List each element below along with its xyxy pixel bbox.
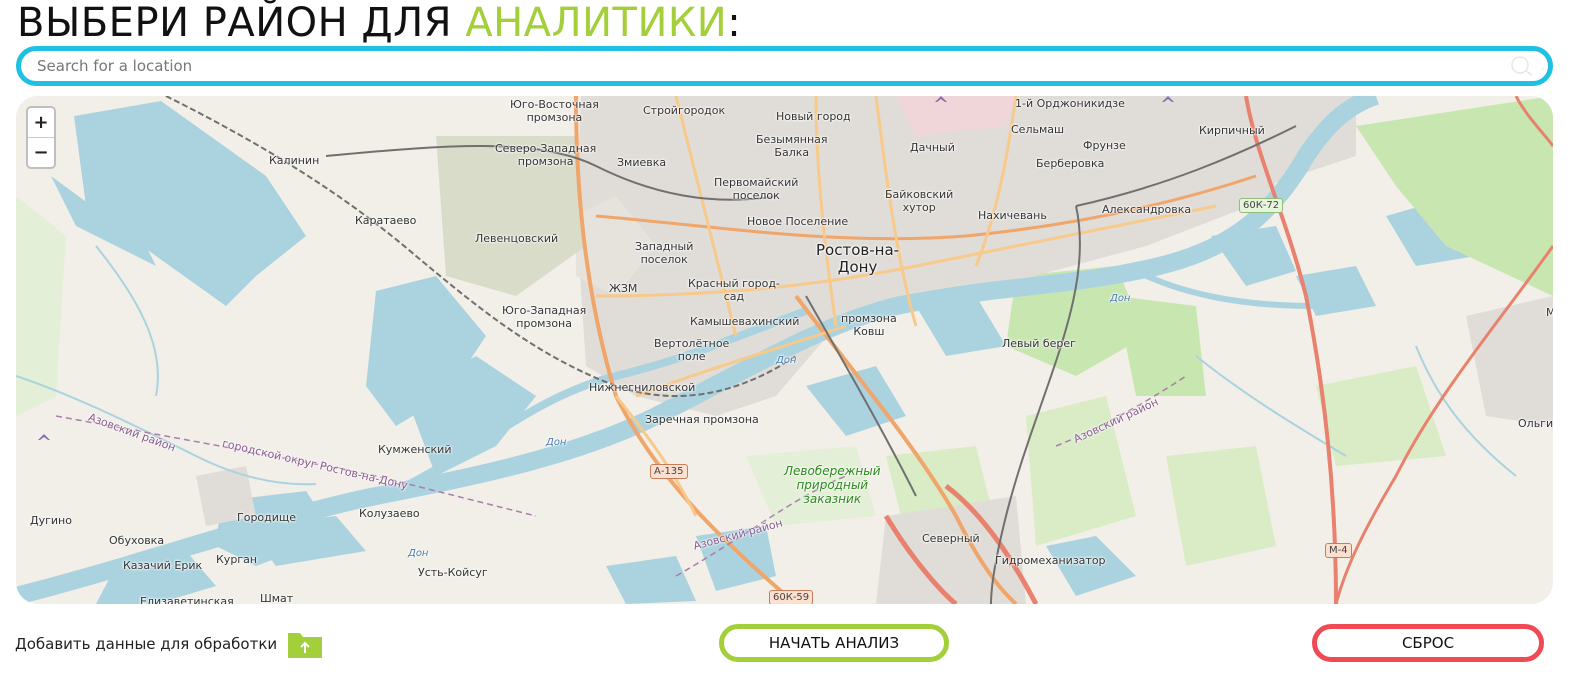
zoom-control: + − [26,106,56,169]
page-title: ВЫБЕРИ РАЙОН ДЛЯ АНАЛИТИКИ: [17,0,741,46]
map-label-aleksandrovka: Александровка [1102,203,1192,216]
map-label-severniy: Северный [922,532,980,545]
reset-button[interactable]: СБРОС [1312,624,1544,662]
map[interactable]: + − Ростов-на- Дону Юго-Восточная промзо… [16,96,1553,604]
map-label-vertoletnoe: Вертолётное поле [654,337,730,363]
map-label-kurgan: Курган [216,553,258,566]
map-label-obukhovka: Обуховка [109,534,165,547]
road-shield-m4: М-4 [1325,543,1352,558]
map-label-m-edge: М [1546,306,1553,319]
map-label-ordzhonikidze: 1-й Орджоникидзе [1015,97,1125,110]
road-shield-60k59: 60К-59 [769,590,814,604]
map-label-pervomaiskiy: Первомайский поселок [714,176,799,202]
map-label-rostov: Ростов-на- Дону [816,241,900,276]
map-label-leventsovskiy: Левенцовский [475,232,559,245]
search-input[interactable] [35,56,1510,76]
map-label-severo-zap: Северо-Западная промзона [495,142,597,168]
map-label-kalinin: Калинин [269,154,320,167]
map-label-zhzm: ЖЗМ [609,282,638,295]
road-shield-60k72: 60К-72 [1239,198,1284,213]
map-label-bezymyannaya: Безымянная Балка [756,133,828,159]
map-label-kamyshevakhinskiy: Камышевахинский [690,315,800,328]
map-label-leviy-bereg: Левый берег [1002,337,1076,350]
map-label-ust-koisug: Усть-Койсуг [418,566,488,579]
map-label-park: Левобережный природный заказник [784,464,881,506]
map-label-kazachiy: Казачий Ерик [123,559,203,572]
map-label-nakhichevan: Нахичевань [978,209,1047,222]
map-label-nizhnegnilovskoy: Нижнегниловской [589,381,696,394]
map-label-novoe-poselenie: Новое Поселение [747,215,849,228]
upload-label: Добавить данные для обработки [15,635,278,653]
map-label-frunze: Фрунзе [1083,139,1126,152]
map-label-noviy-gorod: Новый город [776,110,851,123]
map-label-karataevo: Каратаево [355,214,417,227]
map-label-baikovskiy: Байковский хутор [885,188,954,214]
search-bar[interactable] [16,46,1553,86]
map-label-stroigorodok: Стройгородок [643,104,726,117]
map-label-yugo-vost: Юго-Восточная промзона [510,98,599,124]
map-label-don-4: Дон [408,548,429,559]
map-label-dachniy: Дачный [910,141,955,154]
map-label-kumzhenskiy: Кумженский [378,443,452,456]
map-label-elizavetinskaya: Елизаветинская [140,595,234,604]
search-icon[interactable] [1510,54,1534,78]
map-label-zmievka: Змиевка [617,156,667,169]
map-label-shmat: Шмат [260,592,294,604]
road-shield-a135: А-135 [650,464,688,479]
map-label-zapadniy: Западный поселок [635,240,694,266]
map-label-gidromekh: Гидромеханизатор [995,554,1106,567]
map-label-promzona-kovsh: промзона Ковш [841,312,897,338]
map-label-gorodische: Городище [237,511,297,524]
title-accent: АНАЛИТИКИ [465,0,728,46]
map-label-zarechnaya: Заречная промзона [645,413,759,426]
map-label-berberovka: Берберовка [1036,157,1105,170]
map-tiles [16,96,1553,604]
map-label-selmash: Сельмаш [1011,123,1065,136]
zoom-in-button[interactable]: + [28,108,54,137]
map-label-kirpichniy: Кирпичный [1199,124,1265,137]
start-analysis-button[interactable]: НАЧАТЬ АНАЛИЗ [719,624,949,662]
upload-section: Добавить данные для обработки [15,628,323,660]
map-label-don-1: Дон [546,437,567,448]
title-main: ВЫБЕРИ РАЙОН ДЛЯ [17,0,466,46]
folder-upload-icon[interactable] [287,629,323,659]
map-label-don-2: Дон [776,355,797,366]
title-suffix: : [727,0,742,46]
page: ВЫБЕРИ РАЙОН ДЛЯ АНАЛИТИКИ: Search for a… [0,0,1590,691]
map-label-yugo-zap: Юго-Западная промзона [502,304,587,330]
map-label-ol-gin: Ольгин [1518,417,1553,430]
map-label-kolusaevo: Колузаево [359,507,420,520]
zoom-out-button[interactable]: − [28,137,54,167]
map-label-krasniy-gorod: Красный город- сад [688,277,780,303]
map-label-don-3: Дон [1110,293,1131,304]
map-label-dugino: Дугино [30,514,72,527]
